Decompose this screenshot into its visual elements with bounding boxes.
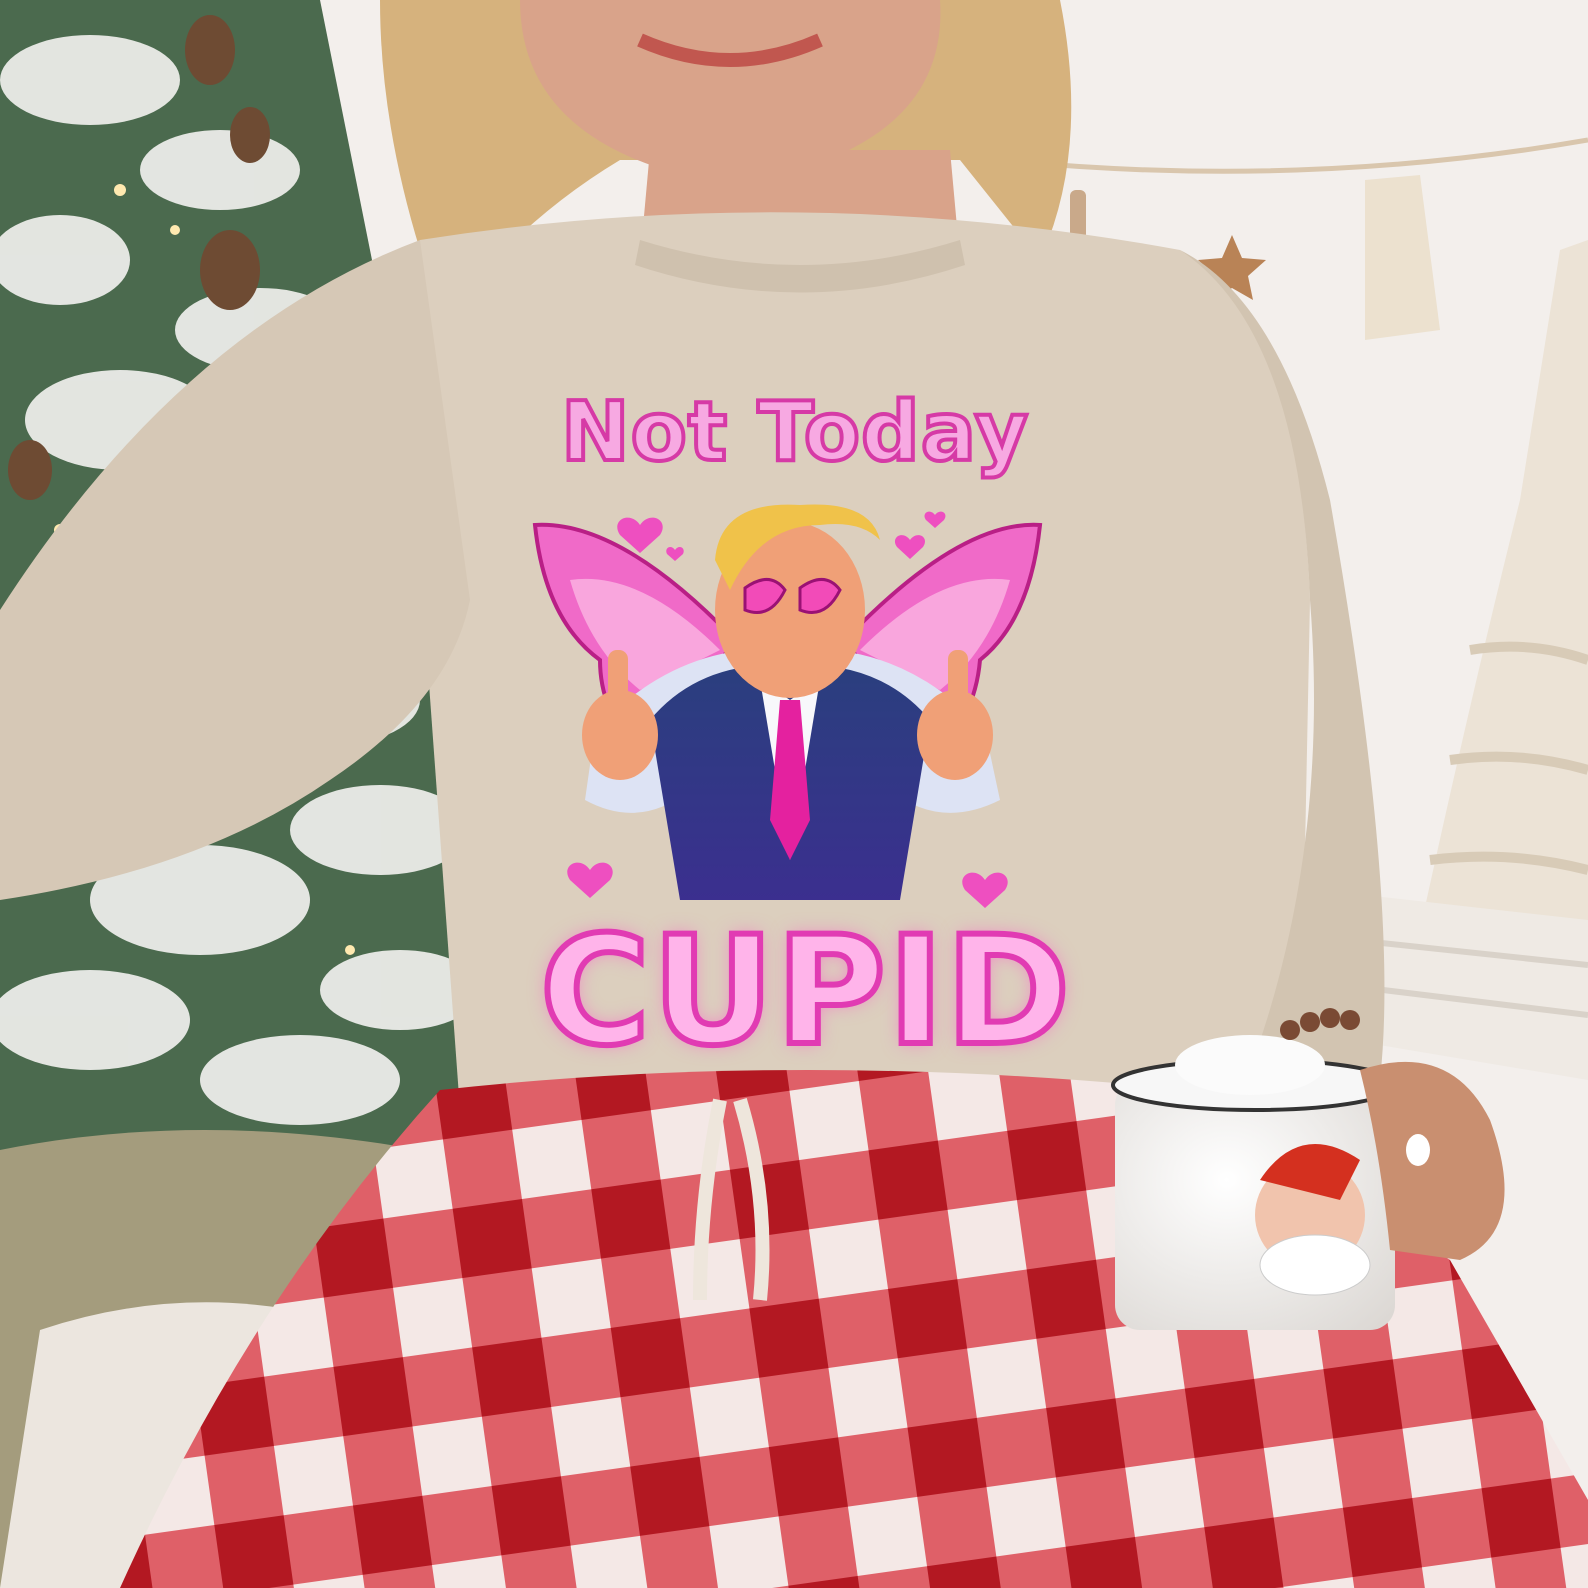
santa-mug (1111, 1035, 1399, 1330)
scene-illustration (0, 0, 1588, 1588)
photo-scene: Not Today CUPID (0, 0, 1588, 1588)
print-text-cupid: CUPID (537, 902, 1073, 1082)
print-text-not-today: Not Today (559, 383, 1030, 482)
